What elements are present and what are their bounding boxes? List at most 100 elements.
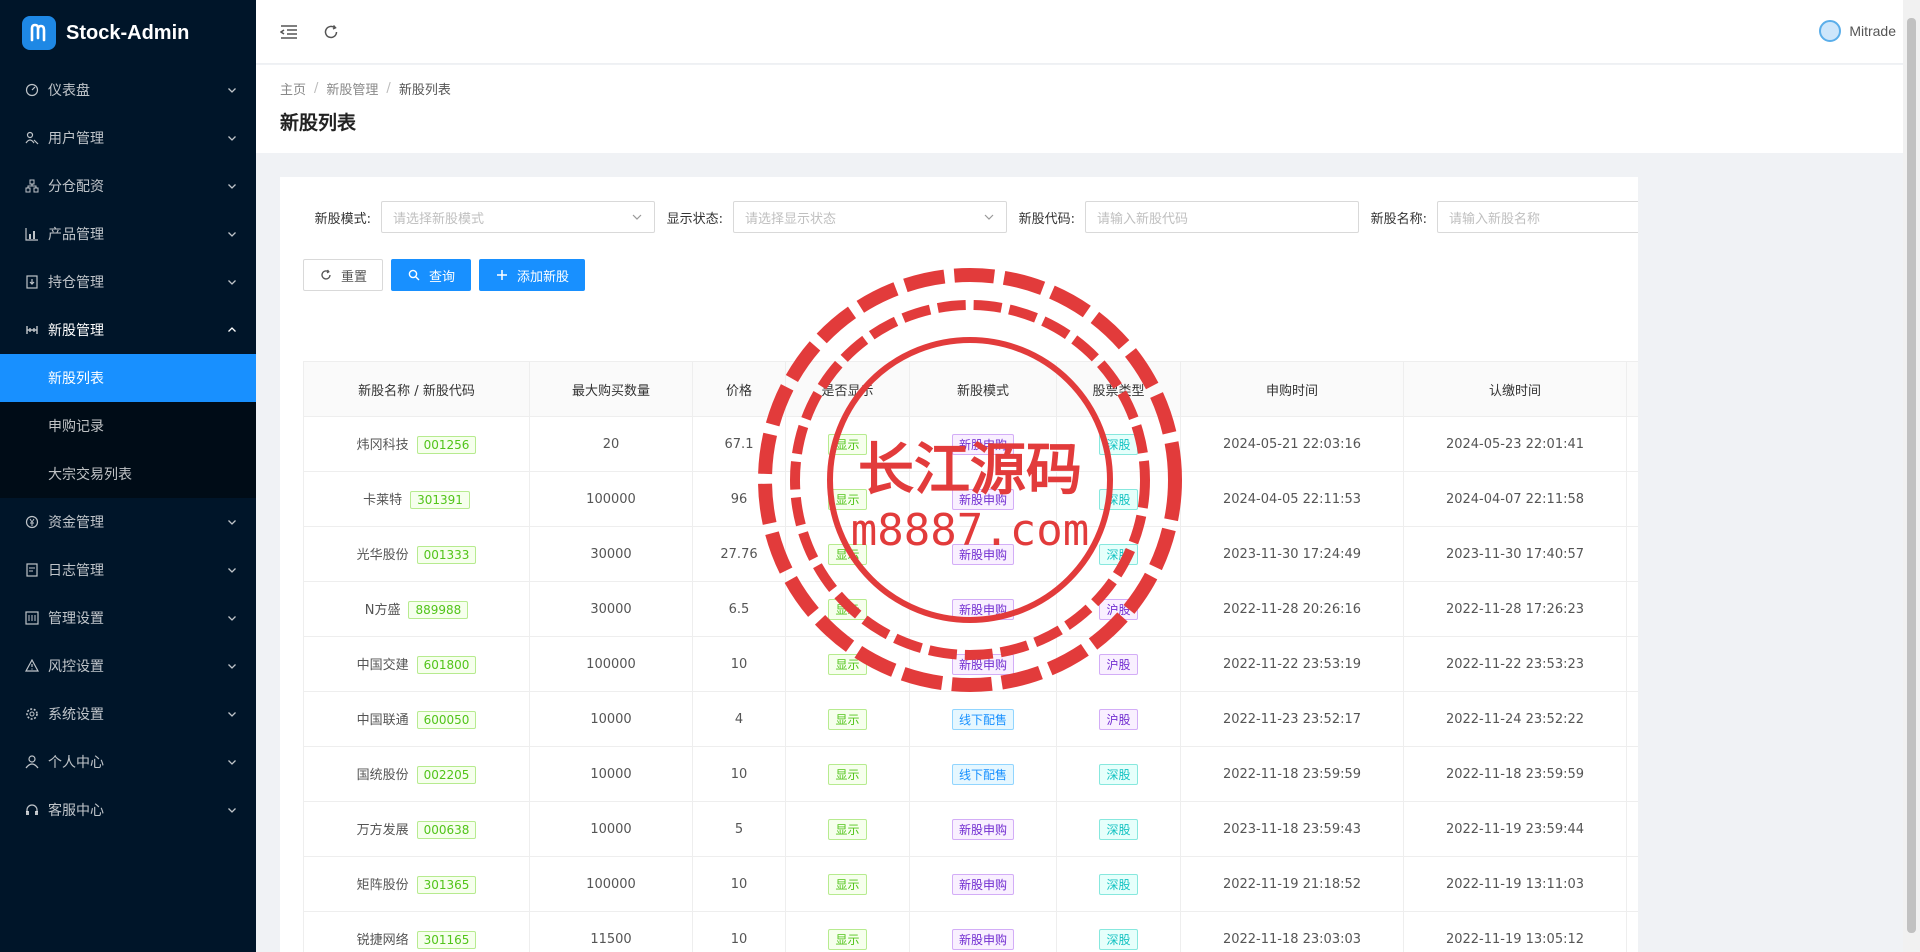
column-header: 股票类型 [1056, 361, 1181, 417]
price-cell: 10 [692, 911, 786, 952]
display-cell: 显示 [785, 416, 910, 472]
sidebar-item-5[interactable]: 新股管理 [0, 306, 256, 354]
chevron-down-icon [983, 211, 995, 223]
price-cell: 10 [692, 856, 786, 912]
table-body: 炜冈科技 001256 20 67.1 显示 新股申购 深股 2024-05-21 22:03… [303, 416, 1638, 952]
stock-type-tag: 沪股 [1099, 653, 1138, 675]
mode-cell: 新股申购 [909, 581, 1057, 637]
sidebar-item-label: 管理设置 [48, 611, 104, 627]
query-button-label: 查询 [429, 269, 456, 285]
ipo-table: 新股名称 / 新股代码最大购买数量价格是否显示新股模式股票类型申购时间认缴时间操… [303, 361, 1638, 952]
breadcrumb-home[interactable]: 主页 [280, 79, 306, 98]
user-menu[interactable]: Mitrade [1819, 20, 1896, 42]
reset-button-label: 重置 [341, 269, 368, 285]
name-cell: 锐捷网络 301165 [303, 911, 530, 952]
brand[interactable]: Stock-Admin [0, 0, 256, 66]
mode-cell: 新股申购 [909, 526, 1057, 582]
display-select[interactable]: 请选择显示状态 [733, 201, 1007, 233]
page-title: 新股列表 [280, 112, 357, 134]
sidebar-item-6[interactable]: 资金管理 [0, 498, 256, 546]
page-scrollbar[interactable] [1903, 0, 1920, 952]
chevron-down-icon [226, 516, 238, 528]
chevron-down-icon [226, 84, 238, 96]
sidebar-item-10[interactable]: 系统设置 [0, 690, 256, 738]
brand-title: Stock-Admin [66, 21, 190, 44]
sidebar-item-12[interactable]: 客服中心 [0, 786, 256, 834]
query-button[interactable]: 查询 [391, 259, 472, 291]
sidebar: Stock-Admin 仪表盘 用户管理 分仓配资 产品管理 持仓管理 新股管理 新股列表申… [0, 0, 256, 952]
action-bar: 重置 查询 添加新股 [303, 259, 1615, 291]
scrollbar-thumb[interactable] [1907, 18, 1916, 933]
operation-cell: 修改新股删除新股 [1626, 526, 1638, 582]
sidebar-item-11[interactable]: 个人中心 [0, 738, 256, 786]
type-cell: 深股 [1056, 471, 1181, 527]
table-header-row: 新股名称 / 新股代码最大购买数量价格是否显示新股模式股票类型申购时间认缴时间操… [303, 361, 1638, 417]
mode-cell: 线下配售 [909, 691, 1057, 747]
ipo-code-tag: 301391 [410, 491, 470, 509]
type-cell: 深股 [1056, 856, 1181, 912]
code-input[interactable]: 请输入新股代码 [1085, 201, 1359, 233]
ipo-code-tag: 001256 [416, 436, 477, 454]
pay-time-cell: 2022-11-18 23:59:59 [1403, 746, 1627, 802]
ipo-name: 国统股份 [356, 768, 409, 783]
column-header: 申购时间 [1180, 361, 1404, 417]
submenu-item-1[interactable]: 申购记录 [0, 402, 256, 450]
operation-cell: 修改新股删除新股 [1626, 746, 1638, 802]
user-manage-icon [24, 130, 40, 146]
mode-tag: 新股申购 [951, 543, 1014, 565]
display-tag: 显示 [828, 818, 867, 840]
headset-icon [24, 802, 40, 818]
sidebar-item-3[interactable]: 产品管理 [0, 210, 256, 258]
sidebar-item-4[interactable]: 持仓管理 [0, 258, 256, 306]
chevron-down-icon [226, 564, 238, 576]
apply-time-cell: 2022-11-18 23:03:03 [1180, 911, 1404, 952]
stock-type-tag: 沪股 [1099, 708, 1138, 730]
name-input[interactable]: 请输入新股名称 [1437, 201, 1638, 233]
mode-tag: 新股申购 [951, 488, 1014, 510]
chevron-down-icon [226, 276, 238, 288]
sidebar-item-8[interactable]: 管理设置 [0, 594, 256, 642]
mode-tag: 新股申购 [951, 928, 1014, 950]
pay-time-cell: 2022-11-19 13:05:12 [1403, 911, 1627, 952]
sidebar-item-0[interactable]: 仪表盘 [0, 66, 256, 114]
add-ipo-button[interactable]: 添加新股 [479, 259, 586, 291]
mode-select-placeholder: 请选择新股模式 [393, 211, 485, 227]
chevron-down-icon [226, 756, 238, 768]
reset-button[interactable]: 重置 [303, 259, 384, 291]
name-cell: 万方发展 000638 [303, 801, 530, 857]
sidebar-item-2[interactable]: 分仓配资 [0, 162, 256, 210]
topbar: Mitrade [256, 0, 1920, 64]
name-cell: 光华股份 001333 [303, 526, 530, 582]
submenu-item-0[interactable]: 新股列表 [0, 354, 256, 402]
sidebar-item-9[interactable]: 风控设置 [0, 642, 256, 690]
mode-select[interactable]: 请选择新股模式 [381, 201, 655, 233]
table-row: 矩阵股份 301365 100000 10 显示 新股申购 深股 2022-11-19 21:… [303, 856, 1638, 912]
stock-type-tag: 深股 [1099, 763, 1138, 785]
avatar [1819, 20, 1842, 42]
mode-cell: 线下配售 [909, 746, 1057, 802]
price-cell: 67.1 [692, 416, 786, 472]
refresh-icon[interactable] [320, 21, 342, 43]
menu-fold-icon[interactable] [278, 21, 300, 43]
price-cell: 27.76 [692, 526, 786, 582]
sidebar-item-7[interactable]: 日志管理 [0, 546, 256, 594]
pay-time-cell: 2022-11-22 23:53:23 [1403, 636, 1627, 692]
breadcrumb-separator: / [314, 81, 319, 96]
sidebar-item-1[interactable]: 用户管理 [0, 114, 256, 162]
submenu-item-2[interactable]: 大宗交易列表 [0, 450, 256, 498]
breadcrumb-parent[interactable]: 新股管理 [326, 79, 378, 98]
bar-chart-icon [24, 226, 40, 242]
max-qty-cell: 100000 [529, 471, 693, 527]
operation-cell: 修改新股删除新股 [1626, 416, 1638, 472]
filter-mode: 新股模式: 请选择新股模式 [303, 201, 655, 233]
display-cell: 显示 [785, 911, 910, 952]
filter-name-label: 新股名称: [1370, 211, 1427, 227]
type-cell: 沪股 [1056, 581, 1181, 637]
display-tag: 显示 [828, 488, 867, 510]
pay-time-cell: 2024-04-07 22:11:58 [1403, 471, 1627, 527]
submenu: 新股列表 申购记录 大宗交易列表 [0, 354, 256, 498]
chevron-down-icon [226, 228, 238, 240]
mode-tag: 新股申购 [951, 598, 1014, 620]
person-icon [24, 754, 40, 770]
column-header: 操作 [1626, 361, 1638, 417]
